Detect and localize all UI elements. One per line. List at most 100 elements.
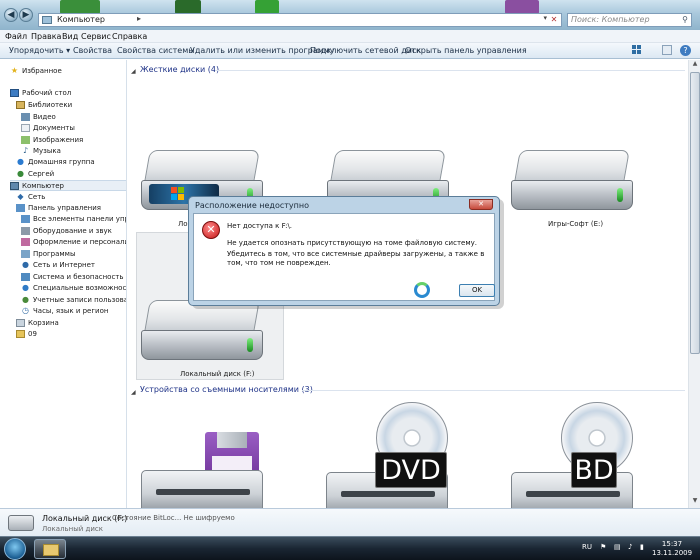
command-bar: Упорядочить ▾ Свойства Свойства системы … [0, 43, 700, 59]
dialog-close-button[interactable]: ✕ [469, 199, 493, 210]
floppy-drive[interactable] [141, 470, 263, 510]
programs-icon [21, 250, 30, 258]
star-icon: ★ [10, 66, 19, 75]
menu-tools[interactable]: Сервис [81, 32, 111, 41]
close-icon[interactable]: ✕ [549, 15, 559, 25]
vertical-scrollbar[interactable]: ▲ ▼ [688, 60, 700, 508]
drive-led [247, 338, 253, 352]
scroll-down-icon[interactable]: ▼ [690, 497, 700, 507]
hardware-icon [21, 227, 30, 235]
address-bar[interactable]: Компьютер ▸ ▾ ✕ [38, 13, 562, 27]
group-divider [302, 390, 685, 391]
shield-icon [21, 273, 30, 281]
drive-c-label: Ло [178, 220, 188, 228]
control-panel-icon [21, 215, 30, 223]
search-icon[interactable]: ⚲ [682, 15, 688, 24]
nav-label: Панель управления [28, 204, 101, 212]
help-icon[interactable]: ? [680, 45, 691, 56]
scroll-thumb[interactable] [690, 72, 700, 354]
back-button[interactable]: ◀ [4, 8, 18, 22]
arrow-left-icon: ◀ [7, 10, 15, 20]
video-icon [21, 113, 30, 121]
nav-label: Часы, язык и регион [33, 307, 109, 315]
organize-button[interactable]: Упорядочить ▾ [9, 46, 70, 55]
clock-time: 15:37 [661, 540, 683, 548]
nav-label: 09 [28, 330, 37, 338]
drive-f-label: Локальный диск (F:) [180, 370, 255, 378]
dialog-message-access: Нет доступа к F:\. [227, 222, 293, 230]
network-tray-icon[interactable]: ▤ [614, 543, 621, 551]
collapse-triangle-icon[interactable]: ◢ [131, 389, 136, 396]
details-pane: Локальный диск (F:) Состояние BitLoc... … [0, 508, 700, 536]
menu-help[interactable]: Справка [112, 32, 147, 41]
search-input[interactable]: Поиск: Компьютер ⚲ [567, 13, 692, 27]
images-icon [21, 136, 30, 144]
nav-computer[interactable]: Компьютер [10, 180, 126, 191]
chevron-right-icon[interactable]: ▸ [137, 14, 141, 23]
nav-label: Все элементы панели управле [33, 215, 126, 223]
dvd-badge: DVD [375, 452, 447, 488]
nav-label: Учетные записи пользователей [33, 296, 126, 304]
nav-label: Музыка [33, 147, 61, 155]
computer-icon [42, 16, 52, 24]
nav-label: Программы [33, 250, 76, 258]
nav-label: Оформление и персонализаци [33, 238, 126, 246]
scroll-up-icon[interactable]: ▲ [690, 60, 700, 70]
drive-led [617, 188, 623, 202]
documents-icon [21, 124, 30, 132]
nav-label: Сеть [28, 193, 46, 201]
ok-button[interactable]: OK [459, 284, 495, 297]
appearance-icon [21, 238, 30, 246]
busy-cursor-icon [414, 282, 430, 298]
properties-button[interactable]: Свойства [73, 46, 112, 55]
background-art [60, 0, 100, 14]
nav-label: Система и безопасность [33, 273, 124, 281]
dialog-body: ✕ Нет доступа к F:\. Не удается опознать… [193, 213, 495, 301]
language-indicator[interactable]: RU [582, 543, 592, 551]
dialog-message-filesystem: Не удается опознать присутствующую на то… [227, 239, 477, 247]
drive-top [514, 150, 630, 182]
preview-pane-icon[interactable] [662, 45, 672, 55]
menu-file[interactable]: Файл [5, 32, 27, 41]
music-icon: ♪ [22, 146, 29, 155]
nav-label: Изображения [33, 136, 84, 144]
drive-f[interactable] [141, 300, 263, 370]
search-placeholder: Поиск: Компьютер [571, 15, 650, 24]
user-icon: ● [17, 169, 24, 178]
menu-bar: Файл Правка Вид Сервис Справка [0, 30, 700, 43]
menu-edit[interactable]: Правка [31, 32, 61, 41]
computer-icon [10, 182, 19, 190]
system-properties-button[interactable]: Свойства системы [117, 46, 195, 55]
collapse-triangle-icon[interactable]: ◢ [131, 68, 136, 75]
control-panel-icon [16, 204, 25, 212]
address-path[interactable]: Компьютер [57, 15, 105, 24]
arrow-right-icon: ▶ [22, 10, 30, 20]
volume-icon[interactable]: ♪ [628, 543, 632, 551]
group-header-hard-disks[interactable]: Жесткие диски (4) [140, 65, 219, 74]
nav-label: Сеть и Интернет [33, 261, 95, 269]
taskbar: RU ⚑ ▤ ♪ ▮ 15:37 13.11.2009 [0, 536, 700, 560]
nav-label: Избранное [22, 67, 62, 75]
group-header-removable[interactable]: Устройства со съемными носителями (3) [140, 385, 313, 394]
forward-button[interactable]: ▶ [19, 8, 33, 22]
nav-label: Корзина [28, 319, 59, 327]
background-art [175, 0, 201, 14]
view-options-icon[interactable] [632, 45, 642, 55]
background-art [505, 0, 539, 14]
drive-icon [8, 515, 34, 531]
clock[interactable]: 15:37 13.11.2009 [652, 540, 692, 558]
taskbar-explorer-button[interactable] [34, 539, 66, 559]
menu-view[interactable]: Вид [62, 32, 78, 41]
nav-label: Сергей [28, 170, 55, 178]
nav-label: Компьютер [22, 182, 64, 190]
details-type: Локальный диск [42, 525, 104, 533]
open-control-panel-button[interactable]: Открыть панель управления [405, 46, 527, 55]
flag-icon[interactable]: ⚑ [600, 543, 606, 551]
start-button[interactable] [4, 538, 26, 560]
nav-label: Специальные возможности [33, 284, 127, 292]
power-icon[interactable]: ▮ [640, 543, 644, 551]
drive-e[interactable] [511, 150, 633, 220]
chevron-down-icon[interactable]: ▾ [543, 14, 547, 22]
nav-label: Документы [33, 124, 75, 132]
homegroup-icon: ● [17, 157, 24, 166]
